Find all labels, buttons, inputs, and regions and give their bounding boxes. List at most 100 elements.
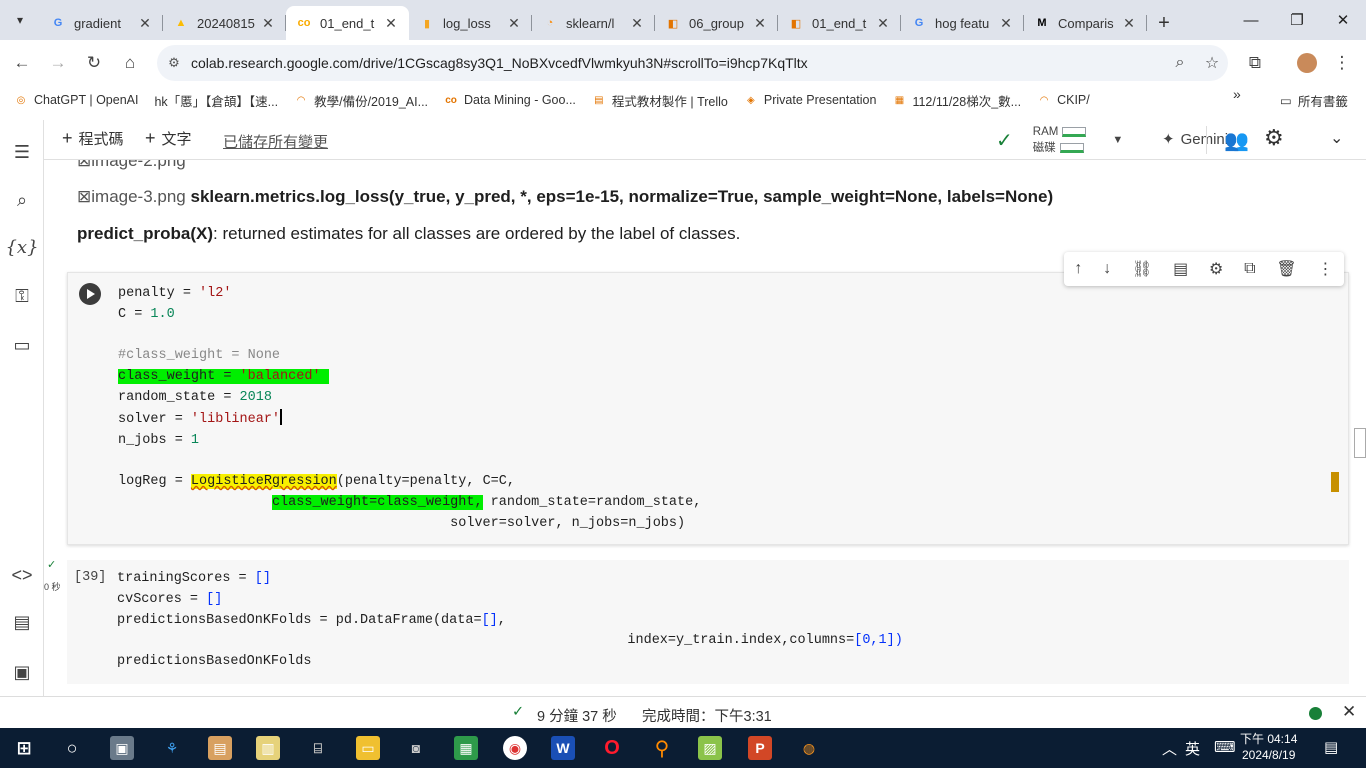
forward-button[interactable]: → [43,48,73,78]
bookmark-item[interactable]: ▤ 程式教材製作 | Trello [592,91,728,110]
notebook-scrollbar[interactable] [1354,428,1366,458]
notification-icon[interactable]: ▤ [1324,738,1338,756]
clock[interactable]: 下午 04:14 2024/8/19 [1240,731,1297,763]
bookmarks-overflow-button[interactable]: » [1233,86,1241,102]
url-text[interactable]: colab.research.google.com/drive/1CGscag8… [191,55,1164,71]
capture-app-icon[interactable]: ◙ [404,736,428,760]
add-text-button[interactable]: + 文字 [145,128,192,149]
move-down-icon[interactable]: ↓ [1103,260,1111,278]
back-button[interactable]: ← [7,48,37,78]
bookmark-item[interactable]: hk「慝」【倉頡】【速... [154,91,278,110]
search-circle-icon[interactable]: ○ [60,736,84,760]
bookmark-star-icon[interactable]: ☆ [1196,53,1228,73]
paint-app-icon[interactable]: ▤ [208,736,232,760]
tab-close-icon[interactable]: ✕ [998,15,1014,32]
app-icon-1[interactable]: ▣ [110,736,134,760]
zoom-icon[interactable]: ⌕ [1164,54,1196,72]
browser-tab[interactable]: M Comparis ✕ [1024,6,1147,40]
gemini-button[interactable]: ✦ Gemini [1162,130,1228,148]
files-folder-icon[interactable]: ▭ [10,333,34,357]
execution-duration[interactable]: 9 分鐘 37 秒 [537,705,617,726]
file-explorer-icon[interactable]: ▭ [356,736,380,760]
powerpoint-icon[interactable]: P [748,736,772,760]
terminal-icon[interactable]: ▣ [10,660,34,684]
camera-app-icon[interactable]: ⌸ [306,736,330,760]
new-tab-button[interactable]: + [1147,6,1181,40]
browser-tab[interactable]: ◔ sklearn/l ✕ [532,6,655,40]
chart-app-icon[interactable]: ▨ [698,736,722,760]
address-bar[interactable]: ⚙ colab.research.google.com/drive/1CGsca… [157,45,1228,81]
bookmark-item[interactable]: ◠ 教學/備份/2019_AI... [294,91,428,110]
close-status-icon[interactable]: ✕ [1342,702,1356,722]
spreadsheet-app-icon[interactable]: ▦ [454,736,478,760]
all-bookmarks-button[interactable]: ▭ 所有書籤 [1280,86,1348,114]
more-options-icon[interactable]: ⋮ [1318,259,1334,279]
settings-gear-icon[interactable]: ⚙ [1264,125,1284,151]
code-cell-executed[interactable]: ✓ 0 秒 [39] trainingScores = [] cvScores … [44,559,1349,684]
move-up-icon[interactable]: ↑ [1074,260,1082,278]
tab-close-icon[interactable]: ✕ [629,15,645,32]
tab-search-button[interactable]: ▾ [0,0,40,40]
opera-icon[interactable]: O [600,736,624,760]
run-cell-button[interactable] [79,283,101,305]
browser-tab[interactable]: ▮ log_loss ✕ [409,6,532,40]
tab-close-icon[interactable]: ✕ [260,15,276,32]
search-app-icon[interactable]: ⚲ [650,736,674,760]
bookmark-item[interactable]: ◠ CKIP/ [1037,93,1090,107]
tab-close-icon[interactable]: ✕ [506,15,522,32]
runtime-resources-button[interactable]: ✓ RAM 磁碟 ▼ [996,122,1123,158]
runtime-dropdown-icon[interactable]: ▼ [1112,134,1123,146]
add-code-button[interactable]: + 程式碼 [62,128,124,149]
minimize-button[interactable]: — [1228,0,1274,40]
collapse-header-icon[interactable]: ⌄ [1330,128,1343,148]
browser-tab[interactable]: Ghog featu ✕ [901,6,1024,40]
code-editor[interactable]: penalty = 'l2' C = 1.0 #class_weight = N… [118,284,701,535]
extensions-icon[interactable]: ⧉ [1240,48,1270,78]
browser-tab[interactable]: ▲ 20240815 ✕ [163,6,286,40]
ime-indicator[interactable]: 英 [1185,738,1200,759]
reload-button[interactable]: ↻ [79,48,109,78]
home-button[interactable]: ⌂ [115,48,145,78]
comment-icon[interactable]: ▤ [1173,259,1188,279]
notes-app-icon[interactable]: ▥ [256,736,280,760]
tab-close-icon[interactable]: ✕ [1121,15,1137,32]
tab-close-icon[interactable]: ✕ [137,15,153,32]
bookmark-item[interactable]: ◈ Private Presentation [744,93,876,107]
code-snippets-icon[interactable]: <> [10,563,34,587]
tab-close-icon[interactable]: ✕ [383,15,399,32]
tab-close-icon[interactable]: ✕ [752,15,768,32]
delete-icon[interactable]: 🗑 [1276,259,1296,279]
save-status-link[interactable]: 已儲存所有變更 [223,131,328,152]
windows-start-icon[interactable]: ⊞ [12,736,36,760]
network-app-icon[interactable]: ⚘ [160,736,184,760]
profile-avatar[interactable] [1292,48,1322,78]
restore-button[interactable]: ❐ [1274,0,1320,40]
variables-icon[interactable]: {x} [5,235,38,259]
site-info-icon[interactable]: ⚙ [157,55,191,71]
jupyter-icon[interactable]: ◍ [797,736,821,760]
table-of-contents-icon[interactable]: ☰ [10,140,34,164]
close-window-button[interactable]: ✕ [1320,0,1366,40]
bookmark-item[interactable]: co Data Mining - Goo... [444,93,576,107]
input-keyboard-icon[interactable]: ⌨ [1214,738,1236,756]
code-cell-active[interactable]: penalty = 'l2' C = 1.0 #class_weight = N… [67,272,1349,545]
browser-tab[interactable]: ◧ 06_group ✕ [655,6,778,40]
webex-icon[interactable]: W [551,736,575,760]
mirror-cell-icon[interactable]: ⧉ [1244,260,1255,278]
chrome-icon[interactable]: ◉ [503,736,527,760]
search-icon[interactable]: ⌕ [10,188,34,212]
command-palette-icon[interactable]: ▤ [10,610,34,634]
tab-close-icon[interactable]: ✕ [875,15,891,32]
browser-menu-icon[interactable]: ⋮ [1327,48,1357,78]
link-icon[interactable]: ⛓ [1132,259,1152,279]
code-editor[interactable]: trainingScores = [] cvScores = [] predic… [117,569,903,673]
browser-tab[interactable]: ◧ 01_end_t ✕ [778,6,901,40]
bookmark-item[interactable]: ◎ ChatGPT | OpenAI [14,93,139,107]
cell-settings-icon[interactable]: ⚙ [1209,259,1223,279]
tray-expand-icon[interactable]: ︿ [1162,738,1177,759]
bookmark-item[interactable]: ▦ 112/11/28梯次_數... [892,91,1021,110]
share-people-icon[interactable]: 👥 [1224,128,1249,153]
browser-tab[interactable]: Ggradient ✕ [40,6,163,40]
secrets-key-icon[interactable]: ⚿ [10,284,34,308]
browser-tab[interactable]: co 01_end_t ✕ [286,6,409,40]
